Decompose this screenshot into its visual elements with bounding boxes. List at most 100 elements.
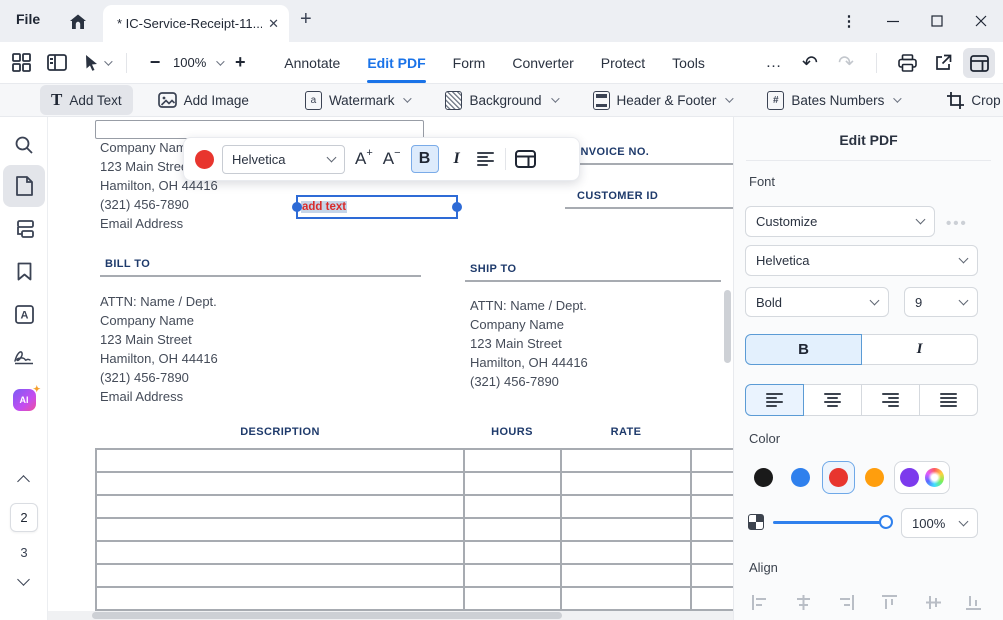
ribbon-tab-form[interactable]: Form: [453, 55, 486, 71]
text-edit-box[interactable]: add text: [296, 195, 458, 219]
bates-numbers-label: Bates Numbers: [791, 93, 884, 108]
align-justify-icon: [940, 391, 957, 409]
home-icon[interactable]: [66, 10, 90, 34]
align-left-button[interactable]: [745, 384, 804, 416]
split-view-icon[interactable]: [42, 48, 72, 78]
ai-assistant-icon[interactable]: AI✦: [3, 379, 45, 421]
redo-button[interactable]: ↷: [830, 48, 862, 78]
document-tab[interactable]: * IC-Service-Receipt-11... ✕: [103, 5, 289, 42]
floating-font-select[interactable]: Helvetica: [222, 145, 345, 174]
italic-button[interactable]: I: [445, 145, 469, 173]
window-controls: ⋮: [827, 0, 1003, 42]
resize-handle-right[interactable]: [452, 202, 462, 212]
ribbon-tab-edit-pdf[interactable]: Edit PDF: [367, 55, 425, 71]
select-tool-icon[interactable]: [78, 48, 116, 78]
added-text[interactable]: add text: [301, 201, 347, 213]
object-align-top-icon[interactable]: [876, 589, 902, 615]
font-family-select[interactable]: Helvetica: [745, 245, 978, 276]
minimize-button[interactable]: [871, 0, 915, 42]
share-export-button[interactable]: [927, 48, 959, 78]
watermark-button[interactable]: a Watermark: [294, 86, 421, 115]
align-center-button[interactable]: [804, 384, 862, 416]
address-line: (321) 456-7890: [100, 368, 218, 387]
panel-bold-button[interactable]: B: [745, 334, 862, 365]
text-color-indicator[interactable]: [195, 150, 214, 169]
background-button[interactable]: Background: [434, 86, 567, 115]
object-align-right-icon[interactable]: [833, 589, 859, 615]
outline-tree-icon[interactable]: [3, 208, 45, 250]
ribbon-tab-annotate[interactable]: Annotate: [284, 55, 340, 71]
color-picker-wheel[interactable]: [925, 468, 944, 487]
ribbon-tab-protect[interactable]: Protect: [601, 55, 645, 71]
align-right-button[interactable]: [862, 384, 920, 416]
bold-button[interactable]: B: [411, 145, 439, 173]
signature-icon[interactable]: [3, 336, 45, 378]
ribbon-tab-tools[interactable]: Tools: [672, 55, 705, 71]
current-page-indicator[interactable]: 2: [10, 503, 38, 532]
add-image-button[interactable]: Add Image: [147, 87, 260, 113]
font-increase-button[interactable]: A+: [355, 149, 373, 169]
add-text-button[interactable]: T Add Text: [40, 85, 133, 115]
font-mode-value: Customize: [756, 214, 817, 229]
object-align-center-h-icon[interactable]: [790, 589, 816, 615]
opacity-slider-handle[interactable]: [879, 515, 893, 529]
floating-font-value: Helvetica: [232, 152, 285, 167]
next-page-number[interactable]: 3: [0, 545, 48, 560]
undo-button[interactable]: ↶: [794, 48, 826, 78]
object-align-left-icon[interactable]: [746, 589, 772, 615]
bookmark-icon[interactable]: [3, 250, 45, 292]
address-line: ATTN: Name / Dept.: [100, 292, 218, 311]
resize-handle-left[interactable]: [292, 202, 302, 212]
edit-pdf-panel: Edit PDF Font Customize ••• Helvetica Bo…: [733, 117, 1003, 620]
zoom-out-button[interactable]: −: [145, 52, 165, 73]
color-swatch-red-selected[interactable]: [822, 461, 855, 494]
font-style-select[interactable]: Bold: [745, 287, 889, 317]
panel-italic-button[interactable]: I: [862, 334, 978, 365]
app-menu-icon[interactable]: ⋮: [827, 0, 871, 42]
color-swatch-purple[interactable]: [900, 468, 919, 487]
more-tools-button[interactable]: …: [758, 48, 790, 78]
object-align-center-v-icon[interactable]: [920, 589, 946, 615]
close-button[interactable]: [959, 0, 1003, 42]
text-tool-icon: T: [51, 90, 62, 110]
page-up-icon[interactable]: [17, 475, 30, 488]
header-footer-button[interactable]: Header & Footer: [582, 86, 743, 115]
new-tab-button[interactable]: +: [300, 8, 312, 31]
annotations-icon[interactable]: A: [3, 293, 45, 335]
object-align-bottom-icon[interactable]: [960, 589, 986, 615]
color-swatch-orange[interactable]: [865, 468, 884, 487]
font-size-select[interactable]: 9: [904, 287, 978, 317]
print-button[interactable]: [891, 48, 923, 78]
vertical-scrollbar[interactable]: [724, 290, 731, 363]
file-menu[interactable]: File: [16, 11, 40, 27]
horizontal-scrollbar[interactable]: [48, 611, 733, 620]
tab-close-icon[interactable]: ✕: [268, 16, 279, 32]
bates-numbers-button[interactable]: # Bates Numbers: [756, 86, 910, 115]
maximize-button[interactable]: [915, 0, 959, 42]
object-align-group: [734, 589, 1003, 615]
opacity-select[interactable]: 100%: [901, 508, 978, 538]
zoom-level[interactable]: 100%: [173, 55, 206, 70]
align-justify-button[interactable]: [920, 384, 978, 416]
font-mode-select[interactable]: Customize: [745, 206, 935, 237]
font-decrease-button[interactable]: A−: [383, 149, 401, 169]
svg-text:A: A: [20, 309, 28, 321]
opacity-slider[interactable]: [773, 521, 887, 524]
address-line: 123 Main Street: [470, 334, 588, 353]
align-left-button[interactable]: [477, 150, 494, 168]
document-canvas[interactable]: Company Name123 Main StreetHamilton, OH …: [48, 117, 733, 620]
crop-button[interactable]: Crop: [936, 87, 1003, 114]
scrollbar-thumb[interactable]: [92, 612, 562, 619]
zoom-caret-icon[interactable]: [216, 57, 224, 65]
properties-panel-button[interactable]: [515, 150, 536, 168]
font-more-options[interactable]: •••: [946, 215, 968, 232]
thumbnail-grid-icon[interactable]: [6, 48, 36, 78]
page-thumbnails-icon[interactable]: [3, 165, 45, 207]
color-swatch-black[interactable]: [754, 468, 773, 487]
page-down-icon[interactable]: [17, 573, 30, 586]
zoom-in-button[interactable]: +: [230, 52, 250, 73]
color-swatch-blue[interactable]: [791, 468, 810, 487]
ribbon-tab-converter[interactable]: Converter: [512, 55, 573, 71]
panel-toggle-button[interactable]: [963, 48, 995, 78]
search-icon[interactable]: [3, 124, 45, 166]
